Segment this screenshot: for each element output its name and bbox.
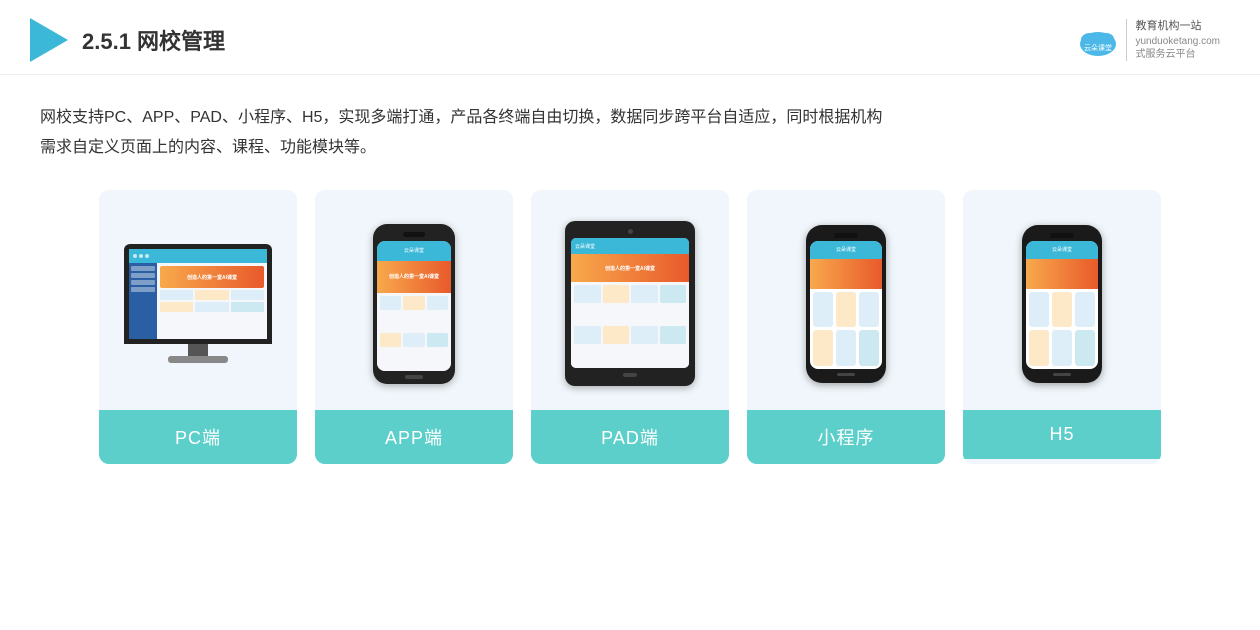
card-pc-image: 创造人的第一堂AI课堂 xyxy=(99,190,297,410)
card-pc-label: PC端 xyxy=(99,410,297,464)
page-container: 2.5.1 网校管理 云朵课堂 教育机构一站 yunduoketang.com … xyxy=(0,0,1260,630)
card-miniprogram-image: 云朵课堂 xyxy=(747,190,945,410)
description-block: 网校支持PC、APP、PAD、小程序、H5，实现多端打通，产品各终端自由切换，数… xyxy=(0,75,1260,180)
logo-text-block: 教育机构一站 yunduoketang.com 式服务云平台 xyxy=(1126,19,1220,60)
pad-illustration: 云朵课堂 创造人的第一堂AI课堂 xyxy=(565,221,695,386)
phone-illustration: 云朵课堂 创造人的第一堂AI课堂 xyxy=(373,224,455,384)
card-h5-image: 云朵课堂 xyxy=(963,190,1161,410)
miniprogram-phone-illustration: 云朵课堂 xyxy=(806,225,886,383)
logo-site: yunduoketang.com xyxy=(1135,35,1220,48)
card-miniprogram: 云朵课堂 xyxy=(747,190,945,464)
svg-text:云朵课堂: 云朵课堂 xyxy=(1084,43,1112,52)
card-pad-image: 云朵课堂 创造人的第一堂AI课堂 xyxy=(531,190,729,410)
card-app-label: APP端 xyxy=(315,410,513,464)
card-pad: 云朵课堂 创造人的第一堂AI课堂 xyxy=(531,190,729,464)
card-app: 云朵课堂 创造人的第一堂AI课堂 xyxy=(315,190,513,464)
logo-tagline1: 教育机构一站 xyxy=(1135,19,1220,34)
header-right: 云朵课堂 教育机构一站 yunduoketang.com 式服务云平台 xyxy=(1076,19,1220,60)
brand-triangle-icon xyxy=(30,18,68,62)
description-line2: 需求自定义页面上的内容、课程、功能模块等。 xyxy=(40,133,1220,163)
card-pc: 创造人的第一堂AI课堂 xyxy=(99,190,297,464)
cloud-icon: 云朵课堂 xyxy=(1076,22,1120,58)
card-miniprogram-label: 小程序 xyxy=(747,410,945,464)
logo-tagline2: 式服务云平台 xyxy=(1135,48,1220,61)
brand-logo: 云朵课堂 教育机构一站 yunduoketang.com 式服务云平台 xyxy=(1076,19,1220,60)
description-line1: 网校支持PC、APP、PAD、小程序、H5，实现多端打通，产品各终端自由切换，数… xyxy=(40,103,1220,133)
card-pad-label: PAD端 xyxy=(531,410,729,464)
header-left: 2.5.1 网校管理 xyxy=(30,18,225,62)
card-h5: 云朵课堂 xyxy=(963,190,1161,464)
pc-monitor-illustration: 创造人的第一堂AI课堂 xyxy=(124,244,272,363)
card-h5-label: H5 xyxy=(963,410,1161,459)
h5-phone-illustration: 云朵课堂 xyxy=(1022,225,1102,383)
page-title: 2.5.1 网校管理 xyxy=(82,24,225,56)
header: 2.5.1 网校管理 云朵课堂 教育机构一站 yunduoketang.com … xyxy=(0,0,1260,75)
device-cards-section: 创造人的第一堂AI课堂 xyxy=(0,180,1260,484)
card-app-image: 云朵课堂 创造人的第一堂AI课堂 xyxy=(315,190,513,410)
